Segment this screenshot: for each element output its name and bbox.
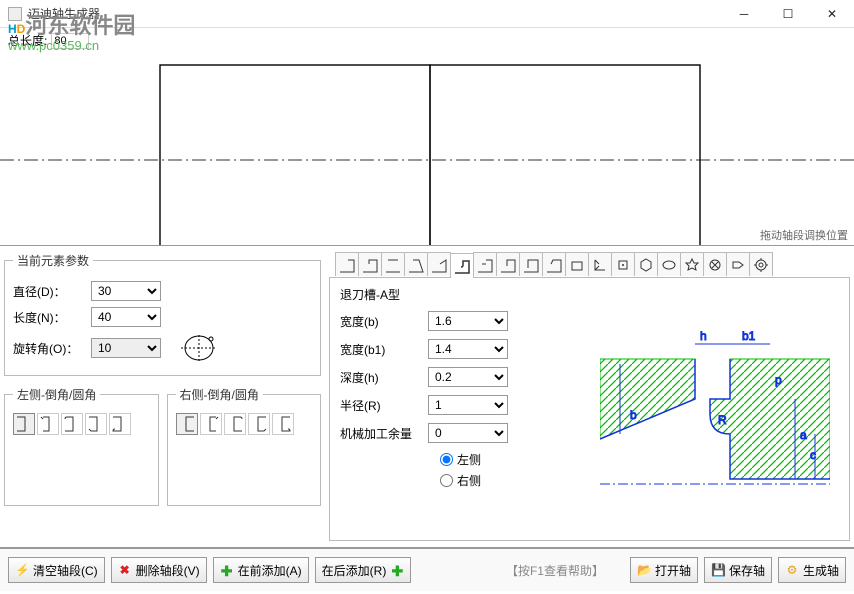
tab-2[interactable] xyxy=(358,252,382,276)
minimize-button[interactable]: ─ xyxy=(722,0,766,28)
right-corner-legend: 右侧-倒角/圆角 xyxy=(176,386,263,403)
gear-icon: ⚙ xyxy=(785,563,799,577)
tab-13[interactable] xyxy=(611,252,635,276)
right-corner-opt-2[interactable] xyxy=(200,413,222,435)
tab-8[interactable] xyxy=(496,252,520,276)
current-params-legend: 当前元素参数 xyxy=(13,252,93,269)
right-panel: 退刀槽-A型 宽度(b) 1.6 宽度(b1) 1.4 深度(h) 0.2 半径… xyxy=(325,246,854,547)
radius-label: 半径(R) xyxy=(340,397,422,414)
right-corner-opt-5[interactable] xyxy=(272,413,294,435)
folder-open-icon: 📂 xyxy=(637,563,651,577)
close-button[interactable]: ✕ xyxy=(810,0,854,28)
tab-12[interactable] xyxy=(588,252,612,276)
help-hint: 【按F1查看帮助】 xyxy=(506,562,604,579)
groove-diagram: h b1 p b R a c xyxy=(590,286,839,532)
svg-text:p: p xyxy=(775,373,782,387)
tab-17[interactable] xyxy=(703,252,727,276)
open-button[interactable]: 📂打开轴 xyxy=(630,557,698,583)
right-corner-opt-4[interactable] xyxy=(248,413,270,435)
clear-button[interactable]: ⚡清空轴段(C) xyxy=(8,557,105,583)
tab-1[interactable] xyxy=(335,252,359,276)
tab-6-active[interactable] xyxy=(450,253,474,278)
svg-text:b1: b1 xyxy=(742,329,756,343)
titlebar: 迈迪轴生成器 ─ ☐ ✕ xyxy=(0,0,854,28)
tab-16[interactable] xyxy=(680,252,704,276)
drag-hint: 拖动轴段调换位置 xyxy=(760,227,848,243)
svg-text:R: R xyxy=(718,413,727,427)
total-length-input[interactable] xyxy=(51,33,89,49)
total-length-row: 总长度: xyxy=(8,32,89,49)
preview-canvas[interactable]: 拖动轴段调换位置 xyxy=(0,30,854,245)
add-before-button[interactable]: ✚在前添加(A) xyxy=(213,557,309,583)
window-controls: ─ ☐ ✕ xyxy=(722,0,854,28)
left-corner-opt-3[interactable] xyxy=(61,413,83,435)
width-b1-combo[interactable]: 1.4 xyxy=(428,339,508,359)
length-combo[interactable]: 40 xyxy=(91,307,161,327)
right-corner-opt-1[interactable] xyxy=(176,413,198,435)
left-panel: 当前元素参数 直径(D)： 30 长度(N)： 40 旋转角(O)： 10 xyxy=(0,246,325,547)
side-right-radio[interactable] xyxy=(440,474,453,487)
groove-title: 退刀槽-A型 xyxy=(340,286,580,303)
width-b1-label: 宽度(b1) xyxy=(340,341,422,358)
x-icon: ✖ xyxy=(118,563,132,577)
side-right-label: 右侧 xyxy=(457,472,481,489)
rotation-diagram-icon xyxy=(177,333,221,363)
radius-combo[interactable]: 1 xyxy=(428,395,508,415)
tab-19[interactable] xyxy=(749,252,773,276)
svg-text:b: b xyxy=(630,408,637,422)
left-corner-group: 左侧-倒角/圆角 xyxy=(4,386,159,506)
lower-panels: 当前元素参数 直径(D)： 30 长度(N)： 40 旋转角(O)： 10 xyxy=(0,245,854,547)
diameter-label: 直径(D)： xyxy=(13,283,85,300)
plus-icon: ✚ xyxy=(220,563,234,577)
add-after-button[interactable]: 在后添加(R)✚ xyxy=(315,557,412,583)
lightning-icon: ⚡ xyxy=(15,563,29,577)
left-corner-opt-5[interactable] xyxy=(109,413,131,435)
width-b-label: 宽度(b) xyxy=(340,313,422,330)
tab-content: 退刀槽-A型 宽度(b) 1.6 宽度(b1) 1.4 深度(h) 0.2 半径… xyxy=(329,278,850,541)
maximize-button[interactable]: ☐ xyxy=(766,0,810,28)
delete-button[interactable]: ✖删除轴段(V) xyxy=(111,557,207,583)
tab-11[interactable] xyxy=(565,252,589,276)
total-length-label: 总长度: xyxy=(8,32,47,49)
plus-icon: ✚ xyxy=(390,563,404,577)
groove-form: 退刀槽-A型 宽度(b) 1.6 宽度(b1) 1.4 深度(h) 0.2 半径… xyxy=(340,286,580,532)
left-corner-opt-1[interactable] xyxy=(13,413,35,435)
right-corner-group: 右侧-倒角/圆角 xyxy=(167,386,322,506)
left-corner-opt-4[interactable] xyxy=(85,413,107,435)
rotation-label: 旋转角(O)： xyxy=(13,340,85,357)
corners-row: 左侧-倒角/圆角 右侧-倒角/圆角 xyxy=(4,386,321,541)
right-corner-opt-3[interactable] xyxy=(224,413,246,435)
length-label: 长度(N)： xyxy=(13,309,85,326)
tab-3[interactable] xyxy=(381,252,405,276)
generate-button[interactable]: ⚙生成轴 xyxy=(778,557,846,583)
tab-7[interactable] xyxy=(473,252,497,276)
machining-label: 机械加工余量 xyxy=(340,425,422,442)
app-icon xyxy=(8,7,22,21)
left-corner-opt-2[interactable] xyxy=(37,413,59,435)
window-title: 迈迪轴生成器 xyxy=(28,5,722,22)
tool-tabs xyxy=(329,252,850,278)
tab-15[interactable] xyxy=(657,252,681,276)
svg-text:h: h xyxy=(700,329,707,343)
machining-combo[interactable]: 0 xyxy=(428,423,508,443)
tab-5[interactable] xyxy=(427,252,451,276)
bottom-toolbar: ⚡清空轴段(C) ✖删除轴段(V) ✚在前添加(A) 在后添加(R)✚ 【按F1… xyxy=(0,547,854,591)
tab-4[interactable] xyxy=(404,252,428,276)
tab-9[interactable] xyxy=(519,252,543,276)
current-params-group: 当前元素参数 直径(D)： 30 长度(N)： 40 旋转角(O)： 10 xyxy=(4,252,321,376)
tab-18[interactable] xyxy=(726,252,750,276)
depth-combo[interactable]: 0.2 xyxy=(428,367,508,387)
side-left-radio[interactable] xyxy=(440,453,453,466)
depth-label: 深度(h) xyxy=(340,369,422,386)
rotation-combo[interactable]: 10 xyxy=(91,338,161,358)
svg-text:a: a xyxy=(800,428,807,442)
save-icon: 💾 xyxy=(711,563,725,577)
width-b-combo[interactable]: 1.6 xyxy=(428,311,508,331)
left-corner-legend: 左侧-倒角/圆角 xyxy=(13,386,100,403)
side-left-label: 左侧 xyxy=(457,451,481,468)
diameter-combo[interactable]: 30 xyxy=(91,281,161,301)
tab-14[interactable] xyxy=(634,252,658,276)
save-button[interactable]: 💾保存轴 xyxy=(704,557,772,583)
tab-10[interactable] xyxy=(542,252,566,276)
